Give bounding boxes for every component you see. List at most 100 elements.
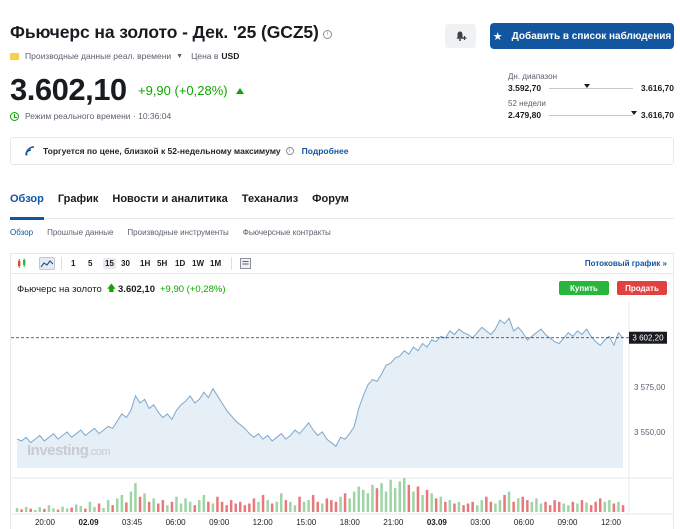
volume-bar (229, 500, 233, 512)
timeframe-1h[interactable]: 1H (140, 259, 150, 268)
volume-bar (138, 496, 142, 512)
chart-price: 3.602,10 (118, 283, 155, 295)
volume-bar (362, 489, 365, 512)
volume-bar (571, 501, 575, 512)
volume-bar (15, 507, 19, 512)
week52-range: 52 недели 2.479,80 3.616,70 (508, 99, 674, 120)
timeframe-30[interactable]: 30 (121, 259, 130, 268)
volume-bar (512, 501, 515, 512)
timeframe-1m[interactable]: 1M (210, 259, 221, 268)
volume-bar (43, 508, 46, 512)
price-change: +9,90 (+0,28%) (138, 83, 244, 98)
volume-bar (589, 505, 593, 512)
clock-icon (10, 111, 19, 121)
watermark-brand: Investing (27, 442, 89, 459)
subtab-historical[interactable]: Прошлые данные (47, 228, 113, 237)
tab-forum[interactable]: Форум (312, 193, 349, 219)
volume-bar (434, 498, 438, 512)
week52-range-low: 2.479,80 (508, 110, 542, 120)
star-icon: ★ (492, 30, 503, 43)
tab-overview[interactable]: Обзор (10, 193, 44, 220)
signal-icon (25, 146, 35, 156)
toolbar-separator (61, 257, 62, 270)
tab-technical[interactable]: Теханализ (242, 193, 298, 219)
subtab-futures-contracts[interactable]: Фьючерсные контракты (243, 228, 331, 237)
volume-bar (202, 495, 206, 512)
advanced-chart-link[interactable]: Потоковый график » (585, 259, 667, 268)
volume-bar (266, 500, 269, 512)
volume-bar (439, 496, 442, 512)
volume-bar (457, 501, 461, 512)
tab-news[interactable]: Новости и аналитика (112, 193, 227, 219)
add-to-watchlist-button[interactable]: ★ Добавить в список наблюдения (490, 23, 674, 49)
timeframe-1d[interactable]: 1D (175, 259, 185, 268)
realtime-status-text: Режим реального времени · 10:36:04 (25, 111, 172, 121)
volume-bar (29, 508, 32, 512)
subtab-derivatives[interactable]: Производные инструменты (127, 228, 228, 237)
sell-button[interactable]: Продать (617, 281, 667, 295)
timeframe-1w[interactable]: 1W (192, 259, 204, 268)
volume-bar (143, 493, 146, 512)
data-type-text: Производные данные реал. времени (25, 51, 172, 61)
info-icon[interactable]: i (322, 30, 332, 39)
day-range-high: 3.616,70 (640, 83, 674, 93)
day-range-low: 3.592,70 (508, 83, 542, 93)
chart-instrument-name: Фьючерс на золото (17, 283, 102, 295)
timeframe-15[interactable]: 15 (103, 258, 116, 269)
volume-bar (503, 495, 506, 512)
buy-button[interactable]: Купить (559, 281, 609, 295)
volume-bar (193, 505, 196, 512)
realtime-status: Режим реального времени · 10:36:04 (10, 111, 171, 121)
volume-bar (393, 488, 397, 512)
tab-chart[interactable]: График (58, 193, 99, 219)
near-high-alert: Торгуется по цене, близкой к 52-недельно… (10, 137, 674, 165)
bell-plus-icon (456, 31, 466, 41)
x-tick-label: 02.09 (79, 518, 100, 527)
volume-bar (147, 501, 151, 512)
volume-bar (270, 503, 274, 512)
volume-bar (466, 503, 470, 512)
info-icon[interactable]: i (285, 147, 294, 155)
x-tick-label: 03:45 (122, 518, 143, 527)
alert-button[interactable] (445, 24, 476, 48)
volume-bar (603, 501, 606, 512)
volume-bar (166, 505, 169, 512)
last-price-label: 3 602,20 (632, 334, 664, 343)
volume-bar (302, 501, 306, 512)
chevron-down-icon[interactable]: ▼ (176, 53, 183, 60)
timeframe-5h[interactable]: 5H (157, 259, 167, 268)
timeframe-5[interactable]: 5 (88, 259, 92, 268)
volume-bar (293, 505, 297, 512)
price-chart[interactable]: 3 602,20 3 575,00 3 550,00 20:00 02.09 03:45 0… (11, 302, 673, 529)
volume-bar (161, 500, 165, 512)
subtab-overview[interactable]: Обзор (10, 228, 33, 237)
candlestick-icon[interactable] (17, 258, 27, 269)
volume-bar (284, 500, 288, 512)
area-chart-icon[interactable] (39, 257, 55, 270)
volume-bar (311, 495, 315, 512)
volume-bar (102, 507, 105, 512)
volume-bar (257, 501, 260, 512)
week52-range-high: 3.616,70 (640, 110, 674, 120)
volume-bar (357, 486, 360, 512)
volume-bar (179, 503, 183, 512)
volume-bar (56, 509, 60, 512)
x-tick-label: 12:00 (253, 518, 274, 527)
x-tick-label: 12:00 (601, 518, 622, 527)
volume-bar (239, 501, 242, 512)
arrow-up-icon: 🡅 (106, 283, 117, 293)
y-tick-label: 3 575,00 (634, 383, 666, 392)
chart-toolbar: 1 5 15 30 1H 5H 1D 1W 1M Потоковый графи… (11, 254, 673, 274)
volume-bar (558, 501, 561, 512)
volume-bar (20, 509, 23, 512)
volume-bar (47, 505, 51, 512)
volume-bar (521, 496, 524, 512)
volume-bar (398, 481, 401, 512)
indicators-icon[interactable] (240, 258, 251, 269)
week52-range-bar (549, 110, 638, 116)
volume-bar (425, 489, 429, 512)
advanced-chart-link-label: Потоковый график (584, 259, 661, 268)
investing-watermark: Investing.com (27, 442, 111, 459)
timeframe-1[interactable]: 1 (71, 259, 75, 268)
alert-more-link[interactable]: Подробнее (302, 146, 349, 156)
